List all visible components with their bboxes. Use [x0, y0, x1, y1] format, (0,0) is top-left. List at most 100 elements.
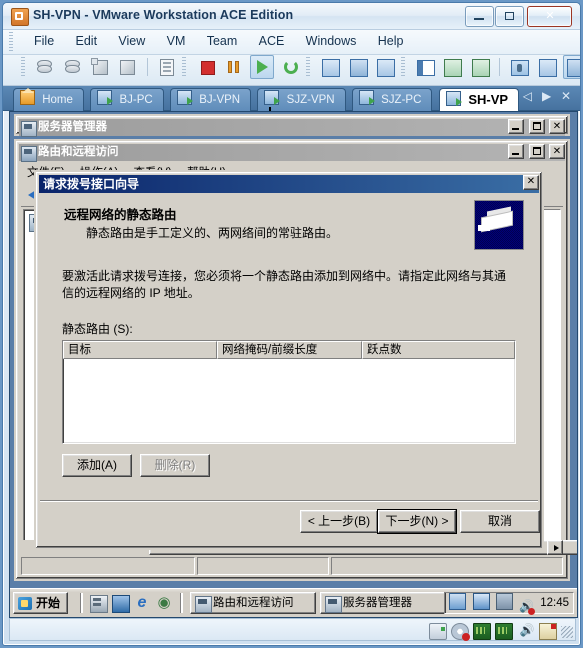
cd-dvd-disconnected-icon[interactable]	[451, 623, 470, 641]
list-header-row: 目标 网络掩码/前缀长度 跃点数	[63, 341, 515, 359]
menu-item-ace[interactable]: ACE	[250, 30, 294, 51]
network-icon[interactable]	[449, 593, 467, 610]
minimize-button[interactable]	[465, 6, 494, 27]
quick-switch-button[interactable]	[441, 56, 463, 78]
maximize-button[interactable]	[528, 119, 545, 134]
tab-next-icon[interactable]: ▶	[539, 89, 555, 103]
open-button[interactable]	[156, 56, 178, 78]
snapshot-button[interactable]	[319, 56, 341, 78]
router-icon	[474, 200, 524, 250]
console-view-button[interactable]	[562, 55, 580, 79]
wizard-titlebar: 请求拨号接口向导	[39, 175, 539, 193]
wizard-heading: 远程网络的静态路由	[64, 208, 177, 222]
window-titlebar: SH-VPN - VMware Workstation ACE Edition …	[3, 3, 580, 30]
tab-bj-vpn[interactable]: BJ-VPN	[170, 88, 252, 111]
close-button[interactable]: ✕	[549, 119, 565, 134]
maximize-button[interactable]	[528, 144, 545, 159]
menu-item-team[interactable]: Team	[198, 30, 247, 51]
close-button[interactable]: ✕	[549, 144, 565, 159]
maximize-button[interactable]	[495, 6, 524, 27]
power-off-button[interactable]	[196, 56, 218, 78]
server-manager-window[interactable]: 服务器管理器 ✕	[14, 114, 570, 137]
network-adapter-1-icon[interactable]	[473, 623, 491, 640]
column-header-netmask[interactable]: 网络掩码/前缀长度	[217, 341, 362, 359]
settings-button[interactable]	[508, 56, 530, 78]
next-button[interactable]: 下一步(N) >	[378, 510, 456, 533]
network-adapter-2-icon[interactable]	[495, 623, 513, 640]
cancel-button[interactable]: 取消	[460, 510, 540, 533]
new-team-button[interactable]	[62, 56, 84, 78]
demand-dial-interface-wizard[interactable]: 请求拨号接口向导 ✕ 远程网络的静态路由 静态路由是手工定义的、两网络间的常驻路…	[34, 170, 544, 550]
server-manager-title: 服务器管理器	[38, 121, 107, 133]
vm-icon	[97, 90, 114, 105]
power-on-button[interactable]	[250, 55, 275, 79]
toolbar-grip[interactable]	[21, 57, 25, 77]
internet-explorer-icon[interactable]: e	[134, 595, 150, 611]
static-routes-list[interactable]: 目标 网络掩码/前缀长度 跃点数	[62, 340, 516, 444]
tab-sh-vpn[interactable]: SH-VP	[438, 88, 520, 111]
revert-snapshot-button[interactable]	[347, 56, 369, 78]
minimize-button[interactable]	[508, 144, 525, 159]
close-button[interactable]: ✕	[527, 6, 572, 27]
tab-bj-pc[interactable]: BJ-PC	[90, 88, 164, 111]
summary-button[interactable]	[536, 56, 558, 78]
play-icon	[257, 60, 269, 74]
volume-muted-icon[interactable]: 🔊	[519, 599, 536, 615]
tab-close-icon[interactable]: ✕	[558, 89, 574, 103]
toolbar-grip[interactable]	[306, 57, 311, 77]
menu-bar: File Edit View VM Team ACE Windows Help	[3, 30, 580, 55]
close-icon: ✕	[552, 146, 562, 157]
shared-folders-icon[interactable]	[539, 623, 557, 640]
menu-item-edit[interactable]: Edit	[67, 30, 107, 51]
display-icon[interactable]	[495, 593, 513, 610]
power-on-snapshot-button[interactable]	[89, 56, 111, 78]
toolbar-grip[interactable]	[400, 57, 405, 77]
disks-icon	[64, 60, 80, 74]
tab-label: BJ-VPN	[199, 94, 241, 106]
hard-disk-icon[interactable]	[429, 623, 447, 640]
start-button[interactable]: 开始	[13, 592, 69, 614]
cube-star-icon	[91, 58, 109, 75]
menu-item-vm[interactable]: VM	[158, 30, 195, 51]
snapshot-manager-button[interactable]	[374, 56, 396, 78]
guest-screen[interactable]: 服务器管理器 ✕ 路由和远程访问 ✕ 文件(F) 操作(A) 查看(	[9, 111, 578, 618]
show-sidebar-button[interactable]	[414, 56, 436, 78]
clock[interactable]: 12:45	[540, 593, 569, 613]
add-route-button[interactable]: 添加(A)	[62, 454, 132, 477]
new-virtual-machine-button[interactable]	[34, 56, 56, 78]
browser-icon[interactable]: ◉	[156, 595, 172, 611]
column-header-destination[interactable]: 目标	[63, 341, 217, 359]
window-title: SH-VPN - VMware Workstation ACE Edition	[33, 8, 294, 22]
taskbar-button-server-manager[interactable]: 服务器管理器	[320, 592, 446, 614]
minimize-button[interactable]	[508, 119, 525, 134]
resize-grip[interactable]	[561, 626, 573, 638]
suspend-button[interactable]	[223, 56, 245, 78]
wizard-close-button[interactable]: ✕	[523, 175, 539, 190]
scroll-right-icon[interactable]	[547, 540, 563, 555]
document-icon	[160, 59, 175, 76]
full-screen-button[interactable]	[469, 56, 491, 78]
taskbar-button-rras[interactable]: 路由和远程访问	[190, 592, 316, 614]
show-desktop-icon[interactable]	[112, 595, 130, 613]
vm-icon	[358, 90, 375, 105]
back-button[interactable]: < 上一步(B)	[300, 510, 378, 533]
rras-title: 路由和远程访问	[38, 146, 119, 158]
server-manager-icon[interactable]	[90, 595, 108, 613]
toolbar-separator	[146, 58, 148, 76]
menu-item-view[interactable]: View	[109, 30, 154, 51]
tab-prev-icon[interactable]: ◁	[519, 89, 535, 103]
tab-sjz-pc[interactable]: SJZ-PC	[351, 88, 433, 111]
tab-home[interactable]: Home	[13, 88, 84, 111]
reset-button[interactable]	[280, 56, 302, 78]
sound-icon[interactable]: 🔊	[519, 623, 535, 638]
network-connections-icon[interactable]	[472, 593, 490, 610]
menu-item-windows[interactable]: Windows	[297, 30, 366, 51]
menu-item-file[interactable]: File	[25, 30, 63, 51]
new-ace-package-button[interactable]	[116, 56, 138, 78]
tab-label: SJZ-VPN	[286, 94, 335, 106]
guest-taskbar: 开始 e ◉ 路由和远程访问 服务器管理器 🔊 12:45	[10, 588, 577, 617]
menu-item-help[interactable]: Help	[369, 30, 413, 51]
toolbar-grip[interactable]	[182, 57, 187, 77]
column-header-metric[interactable]: 跃点数	[362, 341, 515, 359]
wizard-content: 要激活此请求拨号连接，您必须将一个静态路由添加到网络中。请指定此网络与其通信的远…	[40, 254, 538, 502]
